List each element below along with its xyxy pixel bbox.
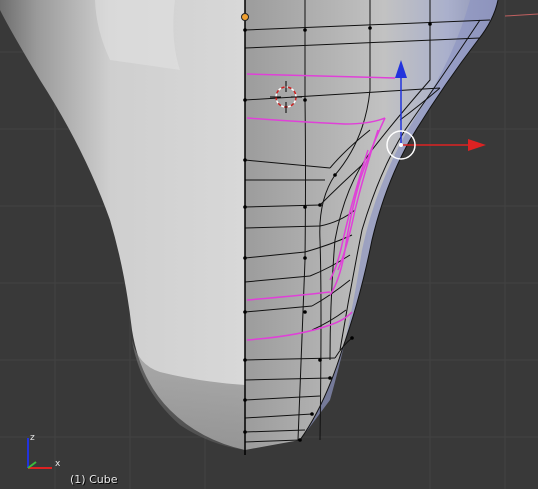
offscreen-object-edge xyxy=(504,13,538,17)
object-origin-icon[interactable] xyxy=(241,13,249,21)
axis-x-label: x xyxy=(55,459,61,469)
active-object-label: (1) Cube xyxy=(70,473,118,486)
viewport-scene[interactable] xyxy=(0,0,538,489)
3d-viewport[interactable]: z x (1) Cube xyxy=(0,0,538,489)
axis-orientation-icon: z x xyxy=(27,433,61,469)
axis-z-label: z xyxy=(30,433,35,443)
